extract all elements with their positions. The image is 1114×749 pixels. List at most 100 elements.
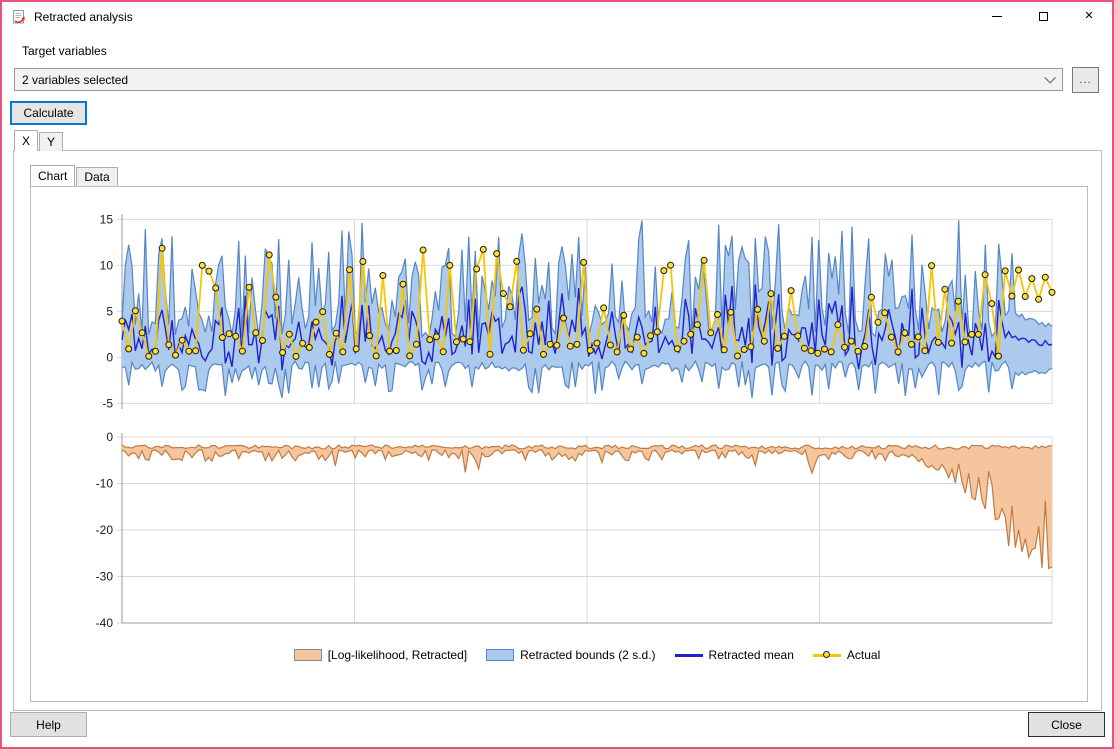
actual-marker	[246, 284, 252, 290]
chart-legend: [Log-likelihood, Retracted] Retracted bo…	[122, 648, 1052, 662]
tab-y[interactable]: Y	[39, 132, 63, 151]
actual-marker	[701, 257, 707, 263]
actual-marker	[547, 341, 553, 347]
legend-label-mean: Retracted mean	[709, 648, 794, 662]
actual-marker	[929, 263, 935, 269]
maximize-button[interactable]	[1020, 2, 1066, 31]
actual-marker	[474, 266, 480, 272]
actual-marker	[507, 304, 513, 310]
actual-marker	[253, 330, 259, 336]
actual-marker	[728, 309, 734, 315]
actual-marker	[534, 306, 540, 312]
mean-swatch	[675, 654, 703, 657]
actual-marker	[822, 346, 828, 352]
actual-marker	[935, 339, 941, 345]
actual-marker	[554, 342, 560, 348]
actual-marker	[186, 348, 192, 354]
actual-marker	[875, 319, 881, 325]
actual-marker	[420, 247, 426, 253]
actual-marker	[708, 330, 714, 336]
actual-marker	[407, 353, 413, 359]
actual-marker	[393, 348, 399, 354]
minimize-button[interactable]	[974, 2, 1020, 31]
actual-marker	[233, 333, 239, 339]
target-variables-dropdown[interactable]: 2 variables selected	[14, 68, 1063, 91]
actual-swatch	[813, 654, 841, 657]
actual-marker	[761, 338, 767, 344]
actual-marker	[955, 298, 961, 304]
y-tick-label: -40	[96, 616, 114, 630]
actual-marker	[1036, 296, 1042, 302]
tab-data[interactable]: Data	[76, 167, 117, 186]
actual-marker	[775, 345, 781, 351]
actual-marker	[922, 348, 928, 354]
actual-marker	[909, 341, 915, 347]
actual-marker	[942, 286, 948, 292]
chevron-down-icon	[1044, 72, 1055, 83]
actual-marker	[601, 305, 607, 311]
target-variables-label: Target variables	[22, 44, 107, 58]
actual-marker	[902, 330, 908, 336]
chart-data-tab-strip: Chart Data	[30, 165, 119, 186]
actual-marker	[855, 348, 861, 354]
actual-marker	[500, 291, 506, 297]
actual-marker	[273, 294, 279, 300]
title-bar[interactable]: Retracted analysis ✕	[2, 2, 1112, 31]
legend-label-actual: Actual	[847, 648, 880, 662]
actual-marker	[688, 331, 694, 337]
actual-marker	[1022, 294, 1028, 300]
actual-marker	[400, 281, 406, 287]
tab-chart[interactable]: Chart	[30, 165, 75, 186]
actual-marker	[514, 258, 520, 264]
browse-variables-button[interactable]: ...	[1072, 67, 1099, 93]
actual-marker	[1009, 293, 1015, 299]
actual-marker	[487, 351, 493, 357]
actual-marker	[1016, 267, 1022, 273]
actual-marker	[808, 348, 814, 354]
actual-marker	[1049, 289, 1055, 295]
actual-marker	[1029, 276, 1035, 282]
actual-marker	[614, 349, 620, 355]
actual-marker	[380, 273, 386, 279]
y-tick-label: 10	[100, 258, 114, 272]
actual-marker	[179, 337, 185, 343]
actual-marker	[226, 331, 232, 337]
actual-marker	[594, 340, 600, 346]
actual-marker	[567, 343, 573, 349]
actual-marker	[1002, 268, 1008, 274]
actual-marker	[193, 348, 199, 354]
actual-marker	[788, 288, 794, 294]
actual-marker	[166, 342, 172, 348]
actual-marker	[654, 329, 660, 335]
actual-marker	[828, 349, 834, 355]
actual-marker	[581, 259, 587, 265]
actual-marker	[266, 252, 272, 258]
legend-item-loglikelihood: [Log-likelihood, Retracted]	[294, 648, 467, 662]
actual-marker	[668, 262, 674, 268]
actual-marker	[882, 310, 888, 316]
actual-marker	[587, 347, 593, 353]
calculate-button[interactable]: Calculate	[10, 101, 87, 125]
actual-marker	[949, 340, 955, 346]
actual-marker	[306, 345, 312, 351]
actual-marker	[139, 330, 145, 336]
dropdown-value: 2 variables selected	[22, 73, 128, 87]
close-dialog-button[interactable]: Close	[1028, 712, 1105, 737]
y-tick-label: -5	[102, 396, 113, 410]
actual-marker	[735, 353, 741, 359]
actual-marker	[440, 349, 446, 355]
actual-marker	[353, 346, 359, 352]
maximize-icon	[1039, 12, 1048, 21]
actual-marker	[434, 334, 440, 340]
actual-marker	[360, 259, 366, 265]
tab-x[interactable]: X	[14, 130, 38, 151]
actual-marker	[219, 335, 225, 341]
help-button[interactable]: Help	[10, 712, 87, 737]
actual-marker	[320, 309, 326, 315]
legend-item-actual: Actual	[813, 648, 880, 662]
close-button[interactable]: ✕	[1066, 2, 1112, 31]
actual-marker	[648, 333, 654, 339]
actual-marker	[132, 308, 138, 314]
actual-marker	[520, 347, 526, 353]
actual-marker	[367, 333, 373, 339]
